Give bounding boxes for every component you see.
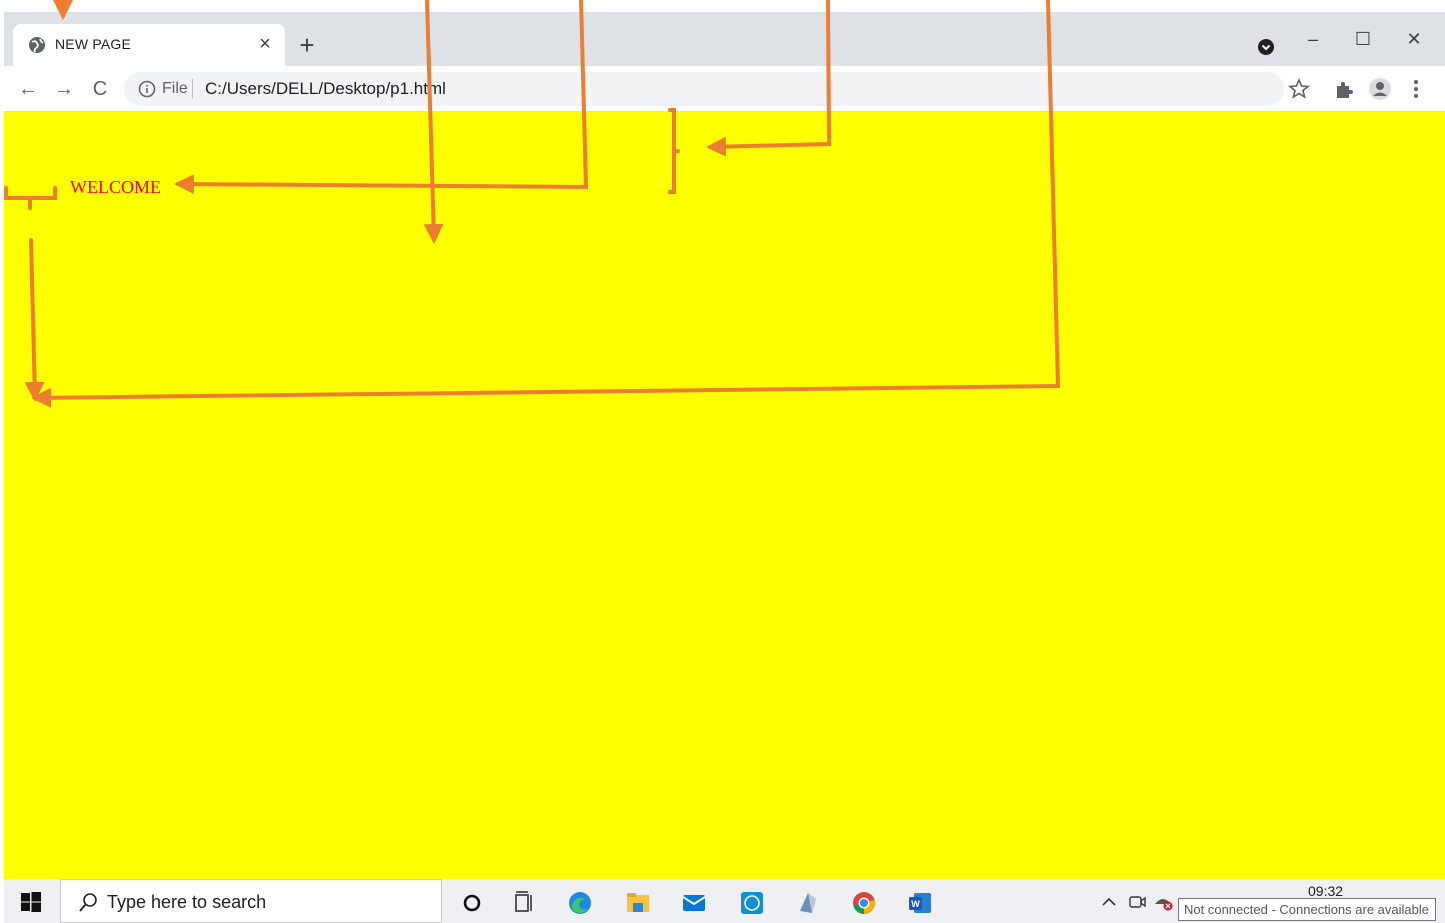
dell-icon[interactable] xyxy=(738,889,766,917)
browser-tab-strip: NEW PAGE × + – ☐ ✕ xyxy=(4,12,1445,66)
profile-icon[interactable] xyxy=(1368,77,1392,101)
forward-button[interactable]: → xyxy=(50,75,78,103)
svg-text:W: W xyxy=(911,899,920,909)
task-view-icon[interactable] xyxy=(510,889,538,917)
meet-now-icon[interactable] xyxy=(1126,891,1148,913)
browser-toolbar: ← → C File C:/Users/DELL/Desktop/p1.html xyxy=(4,66,1445,112)
back-button[interactable]: ← xyxy=(14,75,42,103)
word-icon[interactable]: W xyxy=(906,889,934,917)
network-icon[interactable] xyxy=(1152,891,1174,913)
browser-tab[interactable]: NEW PAGE × xyxy=(13,24,285,66)
omnibox-separator xyxy=(192,79,193,99)
app-icon[interactable] xyxy=(794,889,822,917)
search-icon xyxy=(79,893,97,912)
close-window-button[interactable]: ✕ xyxy=(1391,24,1437,54)
url-text[interactable]: C:/Users/DELL/Desktop/p1.html xyxy=(205,79,446,99)
chevron-up-icon[interactable] xyxy=(1098,891,1120,913)
taskbar-clock[interactable]: 09:32 xyxy=(1308,883,1343,899)
tab-close-icon[interactable]: × xyxy=(253,32,277,56)
star-icon[interactable] xyxy=(1287,77,1311,101)
url-scheme-label: File xyxy=(162,80,188,97)
tab-title: NEW PAGE xyxy=(55,36,132,52)
tab-search-icon[interactable] xyxy=(1256,37,1276,57)
edge-icon[interactable] xyxy=(566,889,594,917)
chrome-icon[interactable] xyxy=(850,889,878,917)
search-placeholder: Type here to search xyxy=(107,892,267,912)
reload-button[interactable]: C xyxy=(86,75,114,103)
mail-icon[interactable] xyxy=(680,889,708,917)
windows-start-icon[interactable] xyxy=(20,891,42,913)
screen: NEW PAGE × + – ☐ ✕ ← → C File C:/Users/D… xyxy=(0,0,1445,923)
taskbar-search-box[interactable]: Type here to search xyxy=(60,879,442,923)
new-tab-button[interactable]: + xyxy=(293,32,321,60)
network-tooltip: Not connected - Connections are availabl… xyxy=(1178,898,1436,921)
welcome-text: WELCOME xyxy=(70,177,161,197)
address-bar[interactable]: File C:/Users/DELL/Desktop/p1.html xyxy=(124,72,1284,106)
minimize-button[interactable]: – xyxy=(1290,24,1336,54)
file-explorer-icon[interactable] xyxy=(624,889,652,917)
menu-icon[interactable] xyxy=(1404,77,1428,101)
cortana-icon[interactable] xyxy=(458,889,486,917)
globe-icon xyxy=(29,37,45,53)
info-icon[interactable] xyxy=(138,80,156,98)
maximize-button[interactable]: ☐ xyxy=(1340,24,1386,54)
extensions-icon[interactable] xyxy=(1332,77,1356,101)
page-viewport xyxy=(4,112,1445,879)
